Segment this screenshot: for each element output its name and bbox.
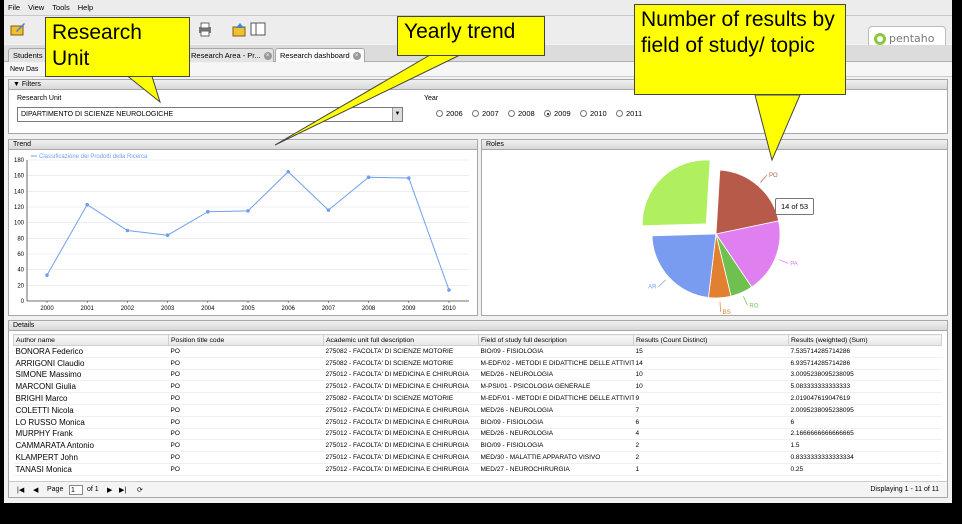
callout-results-by-field: Number of results by field of study/ top… xyxy=(634,4,846,95)
callout-text: Yearly trend xyxy=(404,20,516,43)
callout-text: Number of results by field of study/ top… xyxy=(641,8,835,57)
callout-text: Research Unit xyxy=(52,21,142,70)
callout-research-unit: Research Unit xyxy=(45,17,190,77)
callout-yearly-trend: Yearly trend xyxy=(397,16,545,56)
callout-pointer-yearly-trend xyxy=(274,54,461,146)
callout-pointer-results xyxy=(754,94,801,162)
